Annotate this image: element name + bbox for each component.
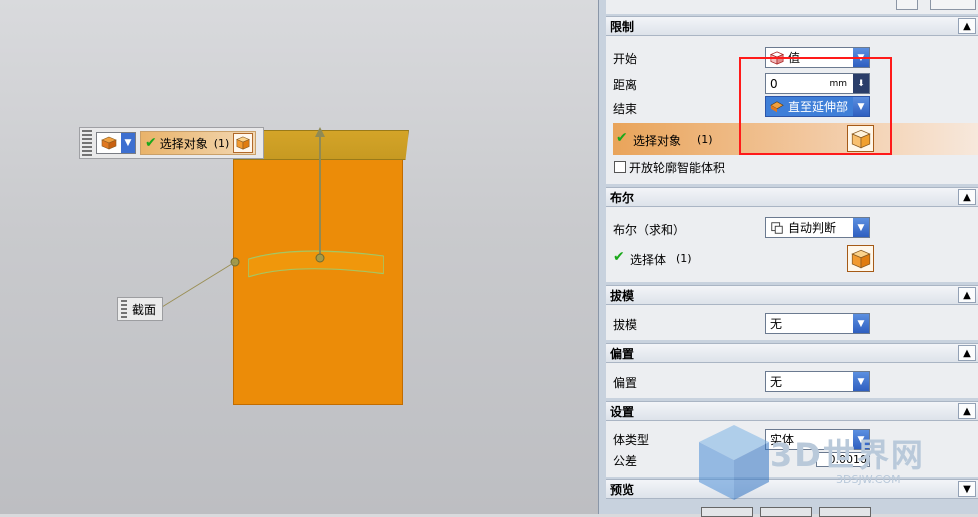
graphics-viewport[interactable]: ▼ ✔ 选择对象 (1) 截面 xyxy=(0,0,598,514)
select-body-label: 选择体 xyxy=(630,253,667,267)
preview-title: 预览 xyxy=(610,482,635,497)
collapse-icon[interactable]: ▲ xyxy=(958,345,976,361)
stub-button[interactable] xyxy=(896,0,918,10)
tolerance-label: 公差 xyxy=(613,454,638,468)
cube-icon xyxy=(101,136,117,150)
collapse-icon[interactable]: ▲ xyxy=(958,18,976,34)
highlight-annotation-box xyxy=(739,57,892,155)
limits-select-label: 选择对象 xyxy=(633,134,682,148)
draft-label: 拔模 xyxy=(613,318,638,332)
tag-grip xyxy=(121,300,127,318)
boolean-section-body: 布尔（求和） 自动判断 ▼ ✔ 选择体 (1) xyxy=(606,207,978,282)
limits-select-count: (1) xyxy=(697,133,713,146)
collapse-icon[interactable]: ▲ xyxy=(958,189,976,205)
check-icon: ✔ xyxy=(616,130,628,146)
previous-section-body xyxy=(606,0,978,14)
draft-value: 无 xyxy=(770,317,783,331)
chevron-down-icon[interactable]: ▼ xyxy=(853,314,869,333)
cube-icon xyxy=(850,249,871,268)
floating-selection-bar: ▼ ✔ 选择对象 (1) xyxy=(79,127,264,159)
select-object-button[interactable] xyxy=(233,133,254,153)
draft-section-body: 拔模 无 ▼ xyxy=(606,305,978,340)
cancel-button[interactable] xyxy=(819,507,871,517)
stub-combo[interactable] xyxy=(930,0,976,10)
start-label: 开始 xyxy=(613,52,638,66)
draft-title: 拔模 xyxy=(610,288,635,303)
apply-button[interactable] xyxy=(760,507,812,517)
select-object-pill[interactable]: ✔ 选择对象 (1) xyxy=(140,131,257,155)
watermark-text: 3D世界网 xyxy=(770,436,925,474)
open-profile-checkbox[interactable] xyxy=(614,161,626,173)
check-icon: ✔ xyxy=(613,249,625,265)
section-tag[interactable]: 截面 xyxy=(117,297,163,321)
draft-section-header[interactable]: 拔模 ▲ xyxy=(606,285,978,305)
collapse-icon[interactable]: ▲ xyxy=(958,287,976,303)
body-type-label: 体类型 xyxy=(613,433,650,447)
offset-label: 偏置 xyxy=(613,376,638,390)
cube-icon xyxy=(236,136,251,150)
distance-label: 距离 xyxy=(613,78,638,92)
auto-boolean-icon xyxy=(771,221,783,234)
boolean-title: 布尔 xyxy=(610,190,635,205)
draft-combo[interactable]: 无 ▼ xyxy=(765,313,870,334)
toolbar-grip[interactable] xyxy=(82,130,92,156)
select-body-button[interactable] xyxy=(847,245,874,272)
limits-section-header[interactable]: 限制 ▲ xyxy=(606,16,978,36)
settings-section-header[interactable]: 设置 ▲ xyxy=(606,401,978,421)
ok-button[interactable] xyxy=(701,507,753,517)
settings-title: 设置 xyxy=(610,404,635,419)
limits-title: 限制 xyxy=(610,19,635,34)
boolean-label: 布尔（求和） xyxy=(613,223,686,237)
select-object-count: (1) xyxy=(213,136,230,150)
section-tag-label: 截面 xyxy=(132,302,157,317)
offset-combo[interactable]: 无 ▼ xyxy=(765,371,870,392)
boolean-combo[interactable]: 自动判断 ▼ xyxy=(765,217,870,238)
end-label: 结束 xyxy=(613,102,638,116)
chevron-down-icon[interactable]: ▼ xyxy=(853,218,869,237)
chevron-down-icon[interactable]: ▼ xyxy=(121,133,135,153)
offset-title: 偏置 xyxy=(610,346,635,361)
chevron-down-icon[interactable]: ▼ xyxy=(853,372,869,391)
boolean-value: 自动判断 xyxy=(788,221,837,235)
open-profile-label: 开放轮廓智能体积 xyxy=(629,161,726,175)
offset-section-body: 偏置 无 ▼ xyxy=(606,363,978,398)
boolean-section-header[interactable]: 布尔 ▲ xyxy=(606,187,978,207)
selection-filter-combo[interactable]: ▼ xyxy=(96,132,136,154)
offset-section-header[interactable]: 偏置 ▲ xyxy=(606,343,978,363)
collapse-icon[interactable]: ▲ xyxy=(958,403,976,419)
offset-value: 无 xyxy=(770,375,783,389)
watermark-url: 3DSJW.COM xyxy=(836,473,901,486)
select-body-count: (1) xyxy=(676,252,692,265)
check-icon: ✔ xyxy=(145,135,157,151)
select-object-label: 选择对象 xyxy=(159,136,208,151)
